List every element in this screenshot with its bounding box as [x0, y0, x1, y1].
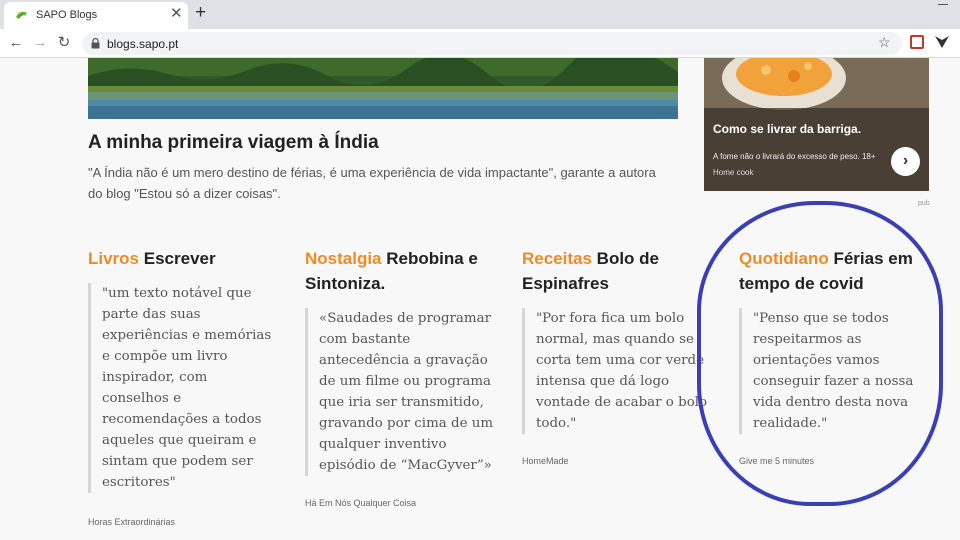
post-quote: "um texto notável que parte das suas exp…: [88, 283, 278, 493]
ad-source: Home cook: [713, 168, 754, 177]
feature-title[interactable]: A minha primeira viagem à Índia: [88, 132, 379, 154]
ad-title: Como se livrar da barriga.: [713, 122, 862, 136]
post-card: Receitas Bolo de Espinafres "Por fora fi…: [522, 246, 712, 466]
url-text: blogs.sapo.pt: [107, 37, 179, 51]
tab-title: SAPO Blogs: [36, 9, 98, 21]
extension-shield-icon[interactable]: [910, 35, 924, 49]
feature-image[interactable]: [88, 58, 678, 119]
chevron-right-icon[interactable]: ›: [891, 147, 920, 176]
post-card: Livros Escrever "um texto notável que pa…: [88, 246, 278, 527]
post-quote: "Por fora fica um bolo normal, mas quand…: [522, 308, 712, 434]
feature-description: "A Índia não é um mero destino de férias…: [88, 165, 656, 201]
browser-toolbar: ← → ↻ blogs.sapo.pt ☆: [0, 29, 960, 58]
post-source[interactable]: Há Em Nós Qualquer Coisa: [305, 498, 495, 508]
extension-arrow-icon[interactable]: [934, 34, 950, 50]
post-category[interactable]: Livros: [88, 249, 139, 268]
forward-arrow-icon[interactable]: →: [31, 34, 49, 52]
bookmark-star-icon[interactable]: ☆: [878, 34, 891, 51]
post-quote: «Saudades de programar com bastante ante…: [305, 308, 495, 476]
ad-pub-label: pub: [918, 200, 930, 207]
post-source[interactable]: HomeMade: [522, 456, 712, 466]
reload-icon[interactable]: ↻: [55, 34, 73, 52]
back-arrow-icon[interactable]: ←: [7, 34, 25, 52]
page-content: A minha primeira viagem à Índia "A Índia…: [0, 58, 960, 540]
address-bar[interactable]: blogs.sapo.pt ☆: [82, 32, 902, 55]
tab-strip: SAPO Blogs ✕ +: [0, 0, 960, 29]
post-card: Nostalgia Rebobina e Sintoniza. «Saudade…: [305, 246, 495, 508]
post-source[interactable]: Horas Extraordinárias: [88, 517, 278, 527]
browser-tab[interactable]: SAPO Blogs ✕: [4, 2, 188, 29]
lock-icon: [91, 38, 100, 49]
post-title[interactable]: Livros Escrever: [88, 246, 278, 271]
new-tab-icon[interactable]: +: [195, 2, 206, 24]
post-title[interactable]: Receitas Bolo de Espinafres: [522, 246, 712, 296]
minimize-window-icon[interactable]: [938, 4, 948, 5]
ad-description: A fome não o livrará do excesso de peso.…: [713, 152, 876, 161]
post-category[interactable]: Nostalgia: [305, 249, 382, 268]
ad-banner[interactable]: Como se livrar da barriga. A fome não o …: [704, 58, 929, 191]
post-title[interactable]: Nostalgia Rebobina e Sintoniza.: [305, 246, 495, 296]
post-title-text[interactable]: Escrever: [144, 249, 216, 268]
sapo-favicon-icon: [16, 11, 28, 19]
close-tab-icon[interactable]: ✕: [170, 5, 183, 23]
highlight-circle-annotation: [697, 201, 943, 506]
post-category[interactable]: Receitas: [522, 249, 592, 268]
